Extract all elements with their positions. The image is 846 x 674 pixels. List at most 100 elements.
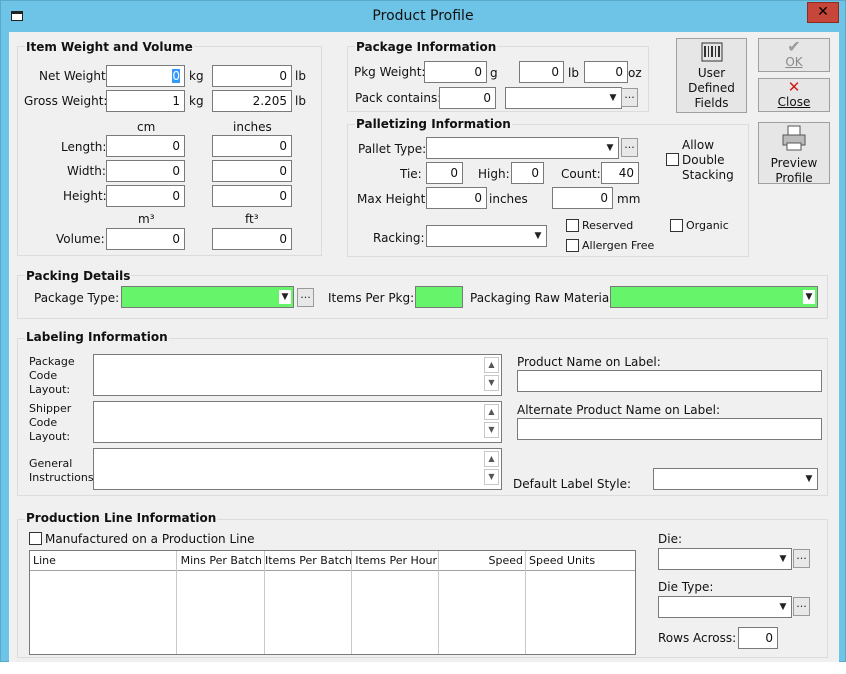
scroll-up-icon[interactable]: ▲ (484, 404, 499, 420)
raw-material-dropdown[interactable]: ▼ (610, 286, 818, 308)
product-profile-window: Product Profile ✕ Item Weight and Volume… (0, 0, 846, 662)
default-label-style-dropdown[interactable]: ▼ (653, 468, 818, 490)
tie-label: Tie: (400, 167, 422, 181)
raw-material-label: Packaging Raw Material: (470, 291, 617, 305)
pack-contains-input[interactable]: 0 (439, 87, 496, 109)
pack-contains-browse-button[interactable]: ... (621, 88, 638, 107)
count-label: Count: (561, 167, 601, 181)
chevron-down-icon: ▼ (779, 554, 787, 564)
gross-weight-kg-input[interactable]: 1 (106, 90, 185, 112)
height-cm-input[interactable]: 0 (106, 185, 185, 207)
length-label: Length: (61, 140, 107, 154)
width-cm-input[interactable]: 0 (106, 160, 185, 182)
column-header-speed-units[interactable]: Speed Units (529, 554, 595, 567)
preview-profile-button[interactable]: Preview Profile (758, 122, 830, 185)
net-weight-kg-value: 0 (172, 69, 180, 83)
pack-contains-label: Pack contains: (355, 91, 442, 105)
height-in-input[interactable]: 0 (212, 185, 292, 207)
column-header-mins-per-batch[interactable]: Mins Per Batch (177, 554, 262, 567)
volume-ft3-input[interactable]: 0 (212, 228, 292, 250)
window-close-button[interactable]: ✕ (807, 2, 839, 23)
package-code-layout-textarea[interactable]: ▲ ▼ (93, 354, 502, 396)
net-weight-kg-input[interactable]: 0 (106, 65, 185, 87)
alt-product-name-input[interactable] (517, 418, 822, 440)
pkg-weight-g-input[interactable]: 0 (424, 61, 487, 83)
scroll-up-icon[interactable]: ▲ (484, 357, 499, 373)
scrollbar[interactable]: ▲ ▼ (484, 357, 499, 393)
chevron-down-icon: ▼ (606, 143, 614, 153)
column-header-line[interactable]: Line (33, 554, 56, 567)
rows-across-input[interactable]: 0 (738, 627, 778, 649)
general-instructions-label: General Instructions: (29, 457, 97, 485)
udf-line: Defined (688, 81, 735, 95)
kg-unit-label: kg (189, 94, 204, 108)
user-defined-fields-button[interactable]: User Defined Fields (676, 38, 747, 113)
net-weight-lb-input[interactable]: 0 (212, 65, 292, 87)
column-header-items-per-batch[interactable]: Items Per Batch (265, 554, 352, 567)
allergen-free-checkbox[interactable] (566, 239, 579, 252)
items-per-pkg-input[interactable] (415, 286, 463, 308)
pkg-weight-lb-input[interactable]: 0 (519, 61, 564, 83)
pallet-type-browse-button[interactable]: ... (621, 138, 638, 157)
items-per-pkg-label: Items Per Pkg: (328, 291, 415, 305)
general-instructions-textarea[interactable]: ▲ ▼ (93, 448, 502, 490)
ok-label: OK (785, 55, 803, 69)
scrollbar[interactable]: ▲ ▼ (484, 451, 499, 487)
max-height-mm-input[interactable]: 0 (552, 187, 613, 209)
manufactured-label: Manufactured on a Production Line (45, 532, 255, 546)
close-button[interactable]: ✕ Close (758, 78, 830, 112)
column-header-speed[interactable]: Speed (439, 554, 523, 567)
package-info-title: Package Information (355, 40, 498, 54)
package-type-dropdown[interactable]: ▼ (121, 286, 294, 308)
scroll-down-icon[interactable]: ▼ (484, 375, 499, 391)
manufactured-checkbox[interactable] (29, 532, 42, 545)
length-cm-input[interactable]: 0 (106, 135, 185, 157)
chevron-down-icon: ▼ (779, 602, 787, 612)
lb-unit-label: lb (295, 69, 306, 83)
package-type-browse-button[interactable]: ... (297, 288, 314, 307)
die-browse-button[interactable]: ... (793, 549, 810, 568)
racking-dropdown[interactable]: ▼ (426, 225, 547, 247)
scrollbar[interactable]: ▲ ▼ (484, 404, 499, 440)
scroll-down-icon[interactable]: ▼ (484, 422, 499, 438)
reserved-label: Reserved (582, 219, 634, 232)
volume-label: Volume: (56, 232, 105, 246)
height-label: Height: (63, 189, 107, 203)
alt-product-name-label: Alternate Product Name on Label: (517, 403, 720, 417)
column-header-items-per-hour[interactable]: Items Per Hour (352, 554, 437, 567)
die-type-browse-button[interactable]: ... (793, 597, 810, 616)
allow-double-stacking-checkbox[interactable] (666, 153, 679, 166)
length-in-input[interactable]: 0 (212, 135, 292, 157)
width-in-input[interactable]: 0 (212, 160, 292, 182)
inches-header: inches (233, 120, 272, 134)
label-line: Layout: (29, 383, 71, 396)
scroll-up-icon[interactable]: ▲ (484, 451, 499, 467)
tie-input[interactable]: 0 (426, 162, 463, 184)
title-bar: Product Profile ✕ (1, 1, 845, 32)
count-input[interactable]: 40 (601, 162, 639, 184)
high-input[interactable]: 0 (511, 162, 544, 184)
gross-weight-lb-input[interactable]: 2.205 (212, 90, 292, 112)
allow-double-stacking-line: Allow (682, 138, 715, 152)
volume-m3-input[interactable]: 0 (106, 228, 185, 250)
shipper-code-layout-textarea[interactable]: ▲ ▼ (93, 401, 502, 443)
reserved-checkbox[interactable] (566, 219, 579, 232)
scroll-down-icon[interactable]: ▼ (484, 469, 499, 485)
pack-contains-unit-dropdown[interactable]: ▼ (505, 87, 622, 109)
udf-line: Fields (694, 96, 729, 110)
organic-checkbox[interactable] (670, 219, 683, 232)
die-label: Die: (658, 532, 682, 546)
die-dropdown[interactable]: ▼ (658, 548, 792, 570)
die-type-dropdown[interactable]: ▼ (658, 596, 792, 618)
product-name-input[interactable] (517, 370, 822, 392)
mm-unit-label: mm (617, 192, 641, 206)
pkg-weight-oz-input[interactable]: 0 (584, 61, 628, 83)
production-lines-table[interactable]: Line Mins Per Batch Items Per Batch Item… (29, 550, 636, 655)
chevron-down-icon: ▼ (279, 290, 291, 304)
packing-details-title: Packing Details (25, 269, 132, 283)
pallet-type-dropdown[interactable]: ▼ (426, 137, 619, 159)
allow-double-stacking-label: Allow Double Stacking (682, 138, 734, 183)
max-height-inches-input[interactable]: 0 (426, 187, 487, 209)
pkg-weight-label: Pkg Weight: (354, 65, 426, 79)
ok-button[interactable]: ✔ OK (758, 38, 830, 72)
